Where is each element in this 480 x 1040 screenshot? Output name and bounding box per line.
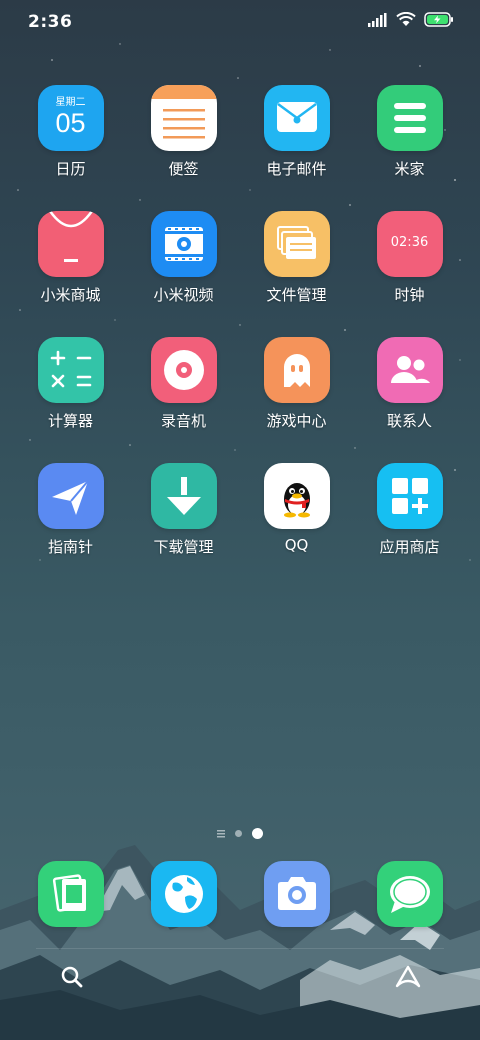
browser-globe-icon	[150, 861, 217, 927]
app-label: 时钟	[394, 286, 425, 304]
status-time: 2:36	[28, 12, 73, 32]
page-dot-2-active[interactable]	[252, 828, 263, 839]
app-app-store[interactable]: 应用商店	[353, 463, 466, 557]
app-compass[interactable]: 指南针	[14, 463, 127, 557]
app-contacts[interactable]: 联系人	[353, 337, 466, 431]
folder-icon	[263, 211, 330, 277]
app-label: 游戏中心	[266, 412, 327, 430]
app-label: 日历	[55, 160, 86, 178]
qq-penguin-icon	[263, 463, 330, 529]
search-icon[interactable]	[60, 965, 84, 989]
app-notes[interactable]: 便签	[127, 85, 240, 179]
app-label: 指南针	[47, 538, 93, 556]
wifi-icon	[396, 12, 416, 26]
app-label: 文件管理	[266, 286, 327, 304]
app-label: 小米商城	[40, 286, 101, 304]
app-label: 计算器	[47, 412, 93, 430]
game-ghost-icon	[263, 337, 330, 403]
page-indicator[interactable]	[0, 828, 480, 839]
clock-icon: 02:36	[376, 211, 443, 277]
download-icon	[150, 463, 217, 529]
app-game-center[interactable]: 游戏中心	[240, 337, 353, 431]
app-recorder[interactable]: 录音机	[127, 337, 240, 431]
app-label: 下载管理	[153, 538, 214, 556]
calendar-day: 05	[55, 108, 86, 138]
app-vault-icon[interactable]	[394, 964, 422, 990]
status-bar: 2:36	[0, 0, 480, 42]
camera-icon	[263, 861, 330, 927]
app-mijia[interactable]: 米家	[353, 85, 466, 179]
status-icons	[368, 12, 454, 27]
clock-time: 02:36	[390, 235, 429, 250]
app-label: 小米视频	[153, 286, 214, 304]
messages-icon	[376, 861, 443, 927]
app-file-manager[interactable]: 文件管理	[240, 211, 353, 305]
app-label: QQ	[284, 536, 309, 554]
dock-browser[interactable]	[127, 861, 240, 927]
app-label: 录音机	[160, 412, 206, 430]
calendar-icon: 星期二 05	[37, 85, 104, 151]
dock-divider	[36, 948, 444, 949]
app-label: 电子邮件	[266, 160, 327, 178]
video-icon	[150, 211, 217, 277]
app-mi-store[interactable]: 小米商城	[14, 211, 127, 305]
calendar-weekday: 星期二	[55, 97, 86, 108]
notes-icon	[150, 85, 217, 151]
dock-messages[interactable]	[353, 861, 466, 927]
app-calculator[interactable]: 计算器	[14, 337, 127, 431]
recorder-icon	[150, 337, 217, 403]
app-calendar[interactable]: 星期二 05 日历	[14, 85, 127, 179]
app-mi-video[interactable]: 小米视频	[127, 211, 240, 305]
mijia-icon	[376, 85, 443, 151]
calculator-icon	[37, 337, 104, 403]
mail-icon	[263, 85, 330, 151]
page-dot-1[interactable]	[235, 830, 242, 837]
app-email[interactable]: 电子邮件	[240, 85, 353, 179]
contacts-icon	[376, 337, 443, 403]
app-store-icon	[376, 463, 443, 529]
gallery-icon	[37, 861, 104, 927]
app-label: 米家	[394, 160, 425, 178]
bottom-bar	[0, 955, 480, 999]
dock-camera[interactable]	[240, 861, 353, 927]
battery-charging-icon	[424, 12, 453, 27]
app-label: 应用商店	[379, 538, 440, 556]
app-download-manager[interactable]: 下载管理	[127, 463, 240, 557]
compass-icon	[37, 463, 104, 529]
shopping-bag-icon	[37, 211, 104, 277]
dock-gallery[interactable]	[14, 861, 127, 927]
app-label: 联系人	[386, 412, 432, 430]
app-qq[interactable]: QQ	[240, 463, 353, 554]
app-label: 便签	[168, 160, 199, 178]
page-indicator-menu-icon	[217, 829, 225, 837]
signal-icon	[368, 12, 387, 27]
app-clock[interactable]: 02:36 时钟	[353, 211, 466, 305]
